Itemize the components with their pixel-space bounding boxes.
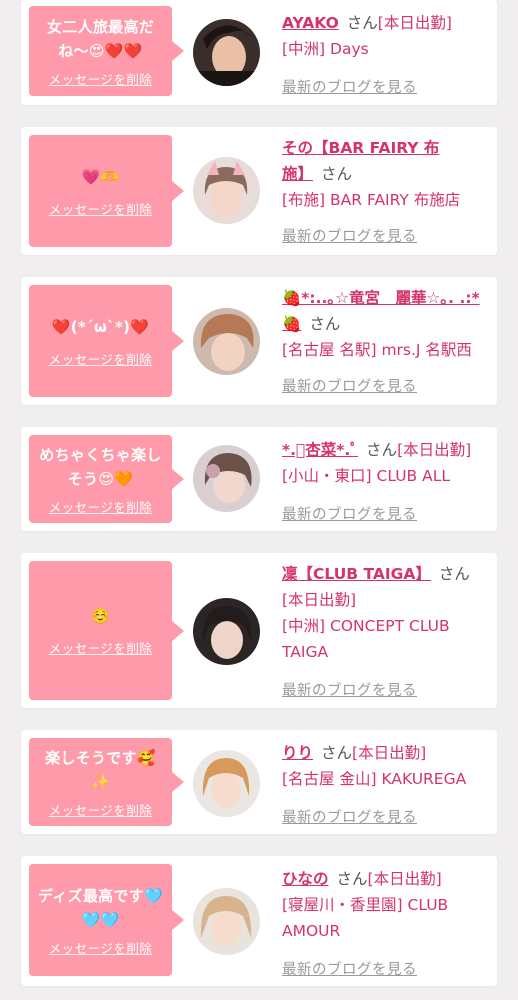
avatar[interactable] <box>193 598 260 665</box>
message-card: ディズ最高です🩵 🩵🩵 メッセージを削除 ひなの さん[本日出勤] [寝屋川・香里… <box>21 856 497 986</box>
message-text: ☺️ <box>91 607 110 625</box>
message-bubble: ディズ最高です🩵 🩵🩵 メッセージを削除 <box>29 864 184 976</box>
shop-text: [小山・東口] CLUB ALL <box>282 467 450 485</box>
honorific: さん <box>309 315 341 333</box>
status-text: [本日出勤] <box>282 591 357 609</box>
shop-text: [名古屋 名駅] mrs.J 名駅西 <box>282 341 472 359</box>
status-text: [本日出勤] <box>367 870 442 888</box>
message-text: めちゃくちゃ楽し そう😍🧡 <box>39 445 162 488</box>
view-blog-link[interactable]: 最新のブログを見る <box>282 806 417 827</box>
avatar[interactable] <box>193 157 260 224</box>
status-text: [本日出勤] <box>352 744 427 762</box>
view-blog-link[interactable]: 最新のブログを見る <box>282 503 417 524</box>
status-text: [本日出勤] <box>397 441 472 459</box>
message-bubble: 楽しそうです🥰 ✨ メッセージを削除 <box>29 738 184 826</box>
cast-info: その【BAR FAIRY 布施】 さん [布施] BAR FAIRY 布施店 <box>282 135 494 213</box>
avatar[interactable] <box>193 445 260 512</box>
shop-text: [中洲] Days <box>282 40 369 58</box>
cast-info: *.ﾟ杏菜*.ﾟ さん[本日出勤] [小山・東口] CLUB ALL <box>282 437 494 489</box>
message-card: 💗🫶 メッセージを削除 その【BAR FAIRY 布施】 さん [布施] BAR … <box>21 127 497 255</box>
avatar[interactable] <box>193 888 260 955</box>
cast-info: 凜【CLUB TAIGA】 さん [本日出勤] [中洲] CONCEPT CLUB… <box>282 561 494 665</box>
delete-message-link[interactable]: メッセージを削除 <box>49 800 153 819</box>
cast-info: 🍓*:..｡☆竜宮 麗華☆｡. .:* 🍓 さん [名古屋 名駅] mrs.J 名駅… <box>282 285 494 363</box>
message-bubble: めちゃくちゃ楽し そう😍🧡 メッセージを削除 <box>29 435 184 523</box>
message-card: めちゃくちゃ楽し そう😍🧡 メッセージを削除 *.ﾟ杏菜*.ﾟ さん[本日出勤] … <box>21 427 497 531</box>
shop-text: [名古屋 金山] KAKUREGA <box>282 770 467 788</box>
message-card: 楽しそうです🥰 ✨ メッセージを削除 りり さん[本日出勤] [名古屋 金山] K… <box>21 730 497 834</box>
view-blog-link[interactable]: 最新のブログを見る <box>282 375 417 396</box>
cast-info: ひなの さん[本日出勤] [寝屋川・香里園] CLUB AMOUR <box>282 866 494 944</box>
honorific: さん <box>321 744 353 762</box>
shop-text: [寝屋川・香里園] CLUB AMOUR <box>282 896 449 940</box>
delete-message-link[interactable]: メッセージを削除 <box>49 638 153 657</box>
view-blog-link[interactable]: 最新のブログを見る <box>282 679 417 700</box>
shop-text: [布施] BAR FAIRY 布施店 <box>282 191 461 209</box>
message-card: ☺️ メッセージを削除 凜【CLUB TAIGA】 さん [本日出勤] [中洲] … <box>21 553 497 708</box>
cast-name-link[interactable]: その【BAR FAIRY 布施】 <box>282 139 439 183</box>
avatar[interactable] <box>193 750 260 817</box>
cast-info: りり さん[本日出勤] [名古屋 金山] KAKUREGA <box>282 740 494 792</box>
cast-name-link[interactable]: *.ﾟ杏菜*.ﾟ <box>282 441 358 459</box>
cast-name-link[interactable]: 凜【CLUB TAIGA】 <box>282 565 431 583</box>
cast-info: AYAKO さん[本日出勤] [中洲] Days <box>282 10 494 62</box>
honorific: さん <box>366 441 398 459</box>
delete-message-link[interactable]: メッセージを削除 <box>49 349 153 368</box>
message-text: 楽しそうです🥰 ✨ <box>45 748 156 791</box>
message-text: 女二人旅最高だ ね〜😍❤️❤️ <box>46 17 155 60</box>
delete-message-link[interactable]: メッセージを削除 <box>49 69 153 88</box>
view-blog-link[interactable]: 最新のブログを見る <box>282 225 417 246</box>
cast-name-link[interactable]: AYAKO <box>282 14 339 32</box>
cast-name-link[interactable]: ひなの <box>282 870 329 888</box>
message-card: 女二人旅最高だ ね〜😍❤️❤️ メッセージを削除 AYAKO さん[本日出勤] [… <box>21 0 497 105</box>
message-text: 💗🫶 <box>81 167 120 186</box>
cast-name-link[interactable]: りり <box>282 744 313 762</box>
delete-message-link[interactable]: メッセージを削除 <box>49 938 153 957</box>
honorific: さん <box>438 565 470 583</box>
message-bubble: ❤️(*´ω`*)❤️ メッセージを削除 <box>29 285 184 397</box>
avatar[interactable] <box>193 308 260 375</box>
message-bubble: 女二人旅最高だ ね〜😍❤️❤️ メッセージを削除 <box>29 6 184 96</box>
shop-text: [中洲] CONCEPT CLUB TAIGA <box>282 617 450 661</box>
honorific: さん <box>346 14 378 32</box>
honorific: さん <box>336 870 368 888</box>
delete-message-link[interactable]: メッセージを削除 <box>49 199 153 218</box>
message-bubble: ☺️ メッセージを削除 <box>29 561 184 700</box>
delete-message-link[interactable]: メッセージを削除 <box>49 497 153 516</box>
avatar[interactable] <box>193 19 260 86</box>
message-card: ❤️(*´ω`*)❤️ メッセージを削除 🍓*:..｡☆竜宮 麗華☆｡. .:*… <box>21 277 497 405</box>
view-blog-link[interactable]: 最新のブログを見る <box>282 958 417 979</box>
message-bubble: 💗🫶 メッセージを削除 <box>29 135 184 247</box>
message-text: ❤️(*´ω`*)❤️ <box>51 317 150 336</box>
view-blog-link[interactable]: 最新のブログを見る <box>282 76 417 97</box>
honorific: さん <box>321 165 353 183</box>
status-text: [本日出勤] <box>377 14 452 32</box>
message-text: ディズ最高です🩵 🩵🩵 <box>37 886 164 929</box>
